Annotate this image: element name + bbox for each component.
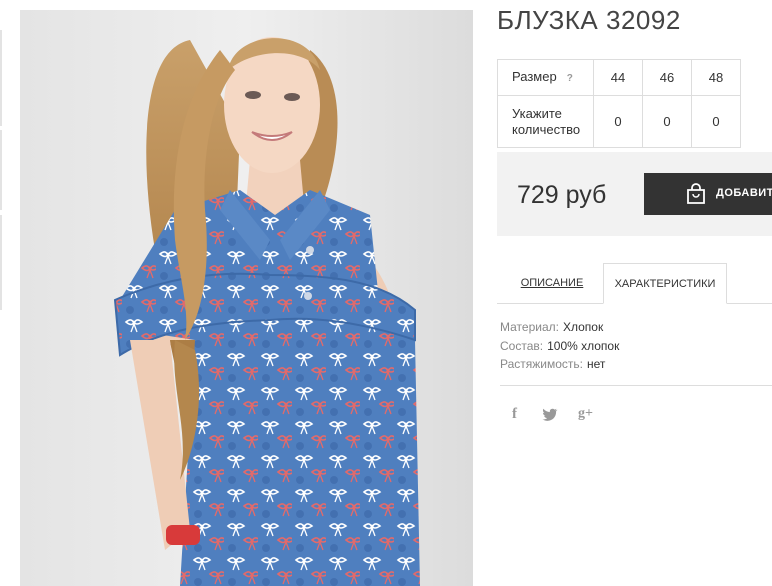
characteristic-value: 100% хлопок <box>547 338 620 353</box>
size-label: Размер <box>512 68 557 84</box>
quantity-input-48[interactable]: 0 <box>691 95 741 148</box>
quantity-input-44[interactable]: 0 <box>593 95 643 148</box>
left-edge-rail <box>0 0 4 586</box>
quantity-input-46[interactable]: 0 <box>642 95 692 148</box>
price-box: 729 руб ДОБАВИТЬ <box>497 152 772 236</box>
shopping-bag-icon <box>687 183 705 204</box>
divider <box>500 385 772 386</box>
tab-characteristics[interactable]: ХАРАКТЕРИСТИКИ <box>603 263 727 304</box>
product-photo <box>20 10 473 586</box>
product-title: БЛУЗКА 32092 <box>497 5 681 35</box>
add-to-cart-button[interactable]: ДОБАВИТЬ <box>644 173 772 215</box>
characteristic-row: Растяжимость: нет <box>500 355 619 374</box>
add-to-cart-label: ДОБАВИТЬ <box>716 187 772 199</box>
product-price: 729 руб <box>517 181 607 209</box>
size-48: 48 <box>691 59 741 96</box>
characteristics-list: Материал: Хлопок Состав: 100% хлопок Растя… <box>500 318 619 374</box>
size-quantity-table: Размер? 44 46 48 Укажите количество 0 0 … <box>497 59 741 148</box>
characteristic-row: Состав: 100% хлопок <box>500 337 619 356</box>
product-tabs: ОПИСАНИЕ ХАРАКТЕРИСТИКИ <box>497 263 772 304</box>
facebook-icon[interactable]: f <box>512 406 517 423</box>
quantity-label-line1: Укажите <box>512 105 562 121</box>
characteristic-value: Хлопок <box>562 320 604 334</box>
tab-description[interactable]: ОПИСАНИЕ <box>501 263 603 303</box>
characteristic-value: нет <box>587 357 606 371</box>
quantity-label-cell: Укажите количество <box>497 95 594 148</box>
twitter-icon[interactable] <box>542 408 558 422</box>
size-46: 46 <box>642 59 692 96</box>
size-help-icon[interactable]: ? <box>567 73 573 84</box>
size-label-cell: Размер? <box>497 59 594 96</box>
googleplus-icon[interactable]: g+ <box>578 406 593 422</box>
characteristic-key: Растяжимость: <box>500 357 584 371</box>
characteristic-row: Материал: Хлопок <box>500 318 619 337</box>
quantity-label-line2: количество <box>512 121 581 137</box>
quantity-row: Укажите количество 0 0 0 <box>497 95 741 148</box>
blouse-photo-illustration <box>20 10 473 586</box>
characteristic-key: Состав: <box>500 338 544 353</box>
characteristic-key: Материал: <box>500 320 559 334</box>
size-44: 44 <box>593 59 643 96</box>
size-row: Размер? 44 46 48 <box>497 59 741 96</box>
